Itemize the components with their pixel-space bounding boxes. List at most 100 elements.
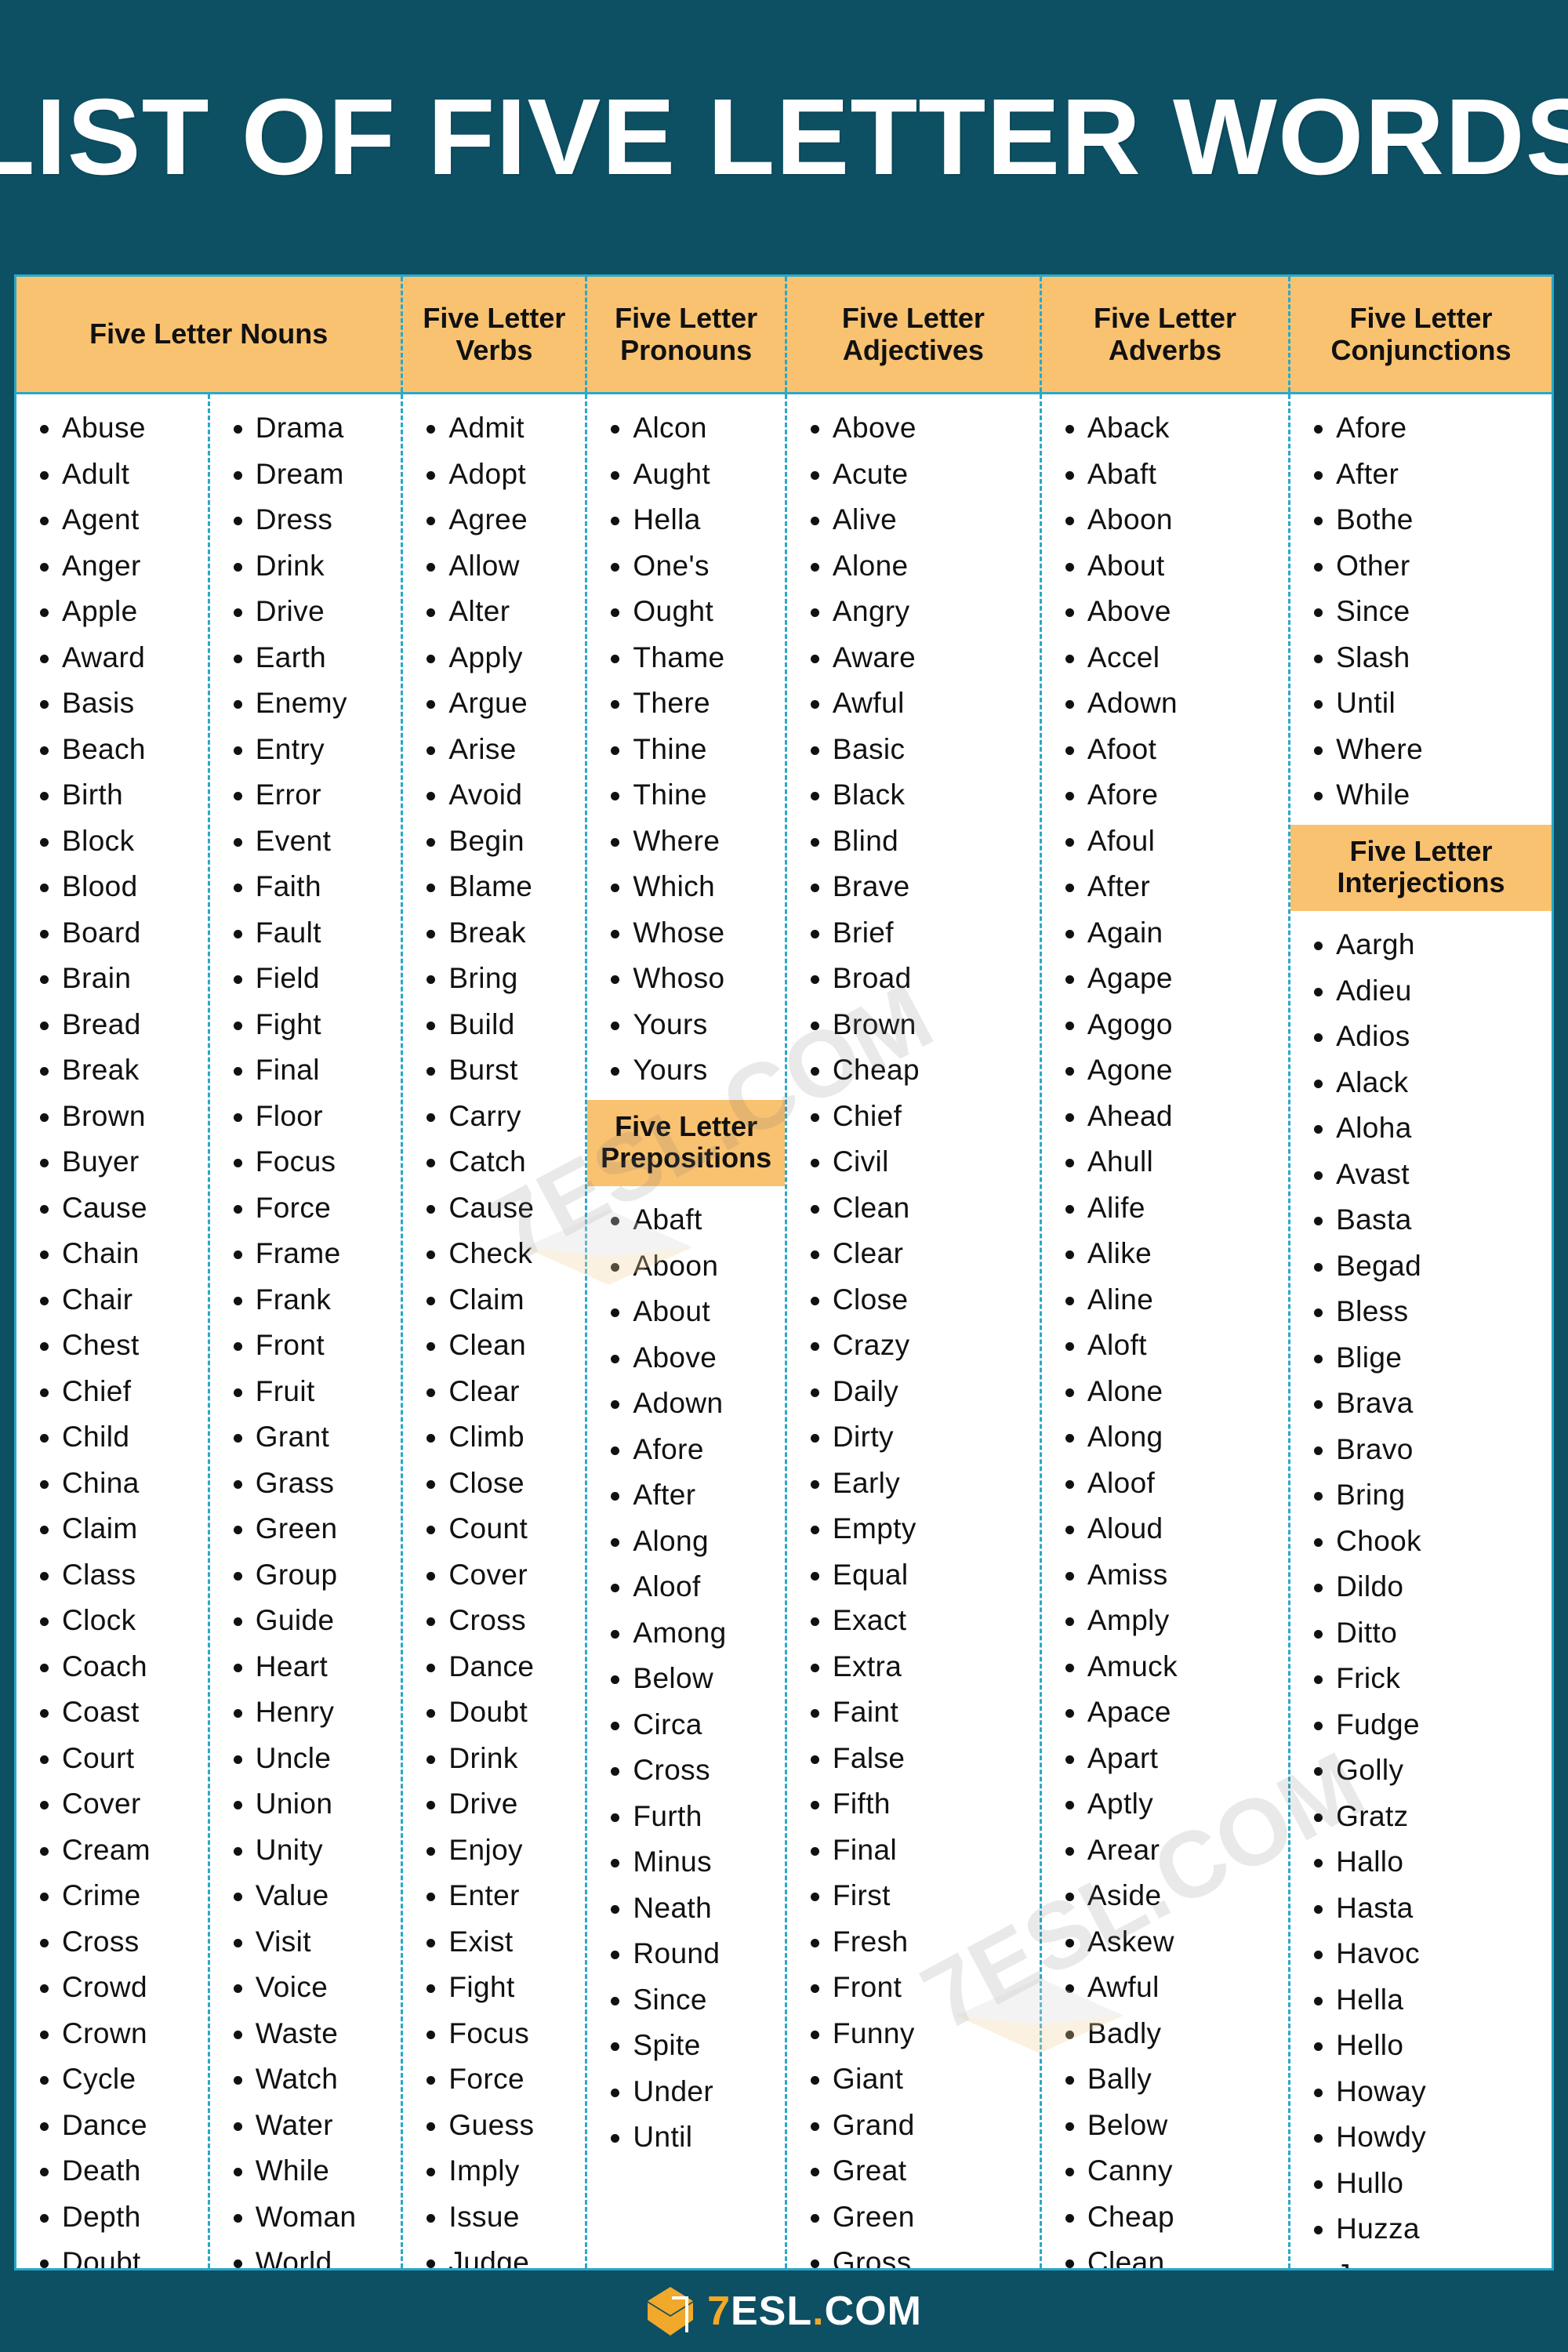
word-item: Ahull [1042,1139,1288,1185]
word-item: Begad [1290,1243,1552,1290]
word-item: Fight [403,1965,585,2011]
word-item: Grant [210,1414,401,1461]
word-item: Claim [16,1506,208,1552]
word-item: Below [1042,2103,1288,2149]
word-item: Afoot [1042,727,1288,773]
word-item: Agogo [1042,1002,1288,1048]
word-item: Build [403,1002,585,1048]
word-item: Adopt [403,452,585,498]
section-header-interjections: Five Letter Interjections [1290,824,1552,912]
word-item: Frank [210,1277,401,1323]
word-item: Judge [403,2240,585,2268]
word-item: Bally [1042,2056,1288,2103]
word-item: Yours [587,1002,785,1048]
list-prepositions: Abaft Aboon About Above Adown Afore After Along… [587,1186,785,2161]
column-nouns: Abuse Adult Agent Anger Apple Award Basis Beach… [16,394,404,2268]
word-item: Cheap [787,1047,1040,1094]
word-item: Begin [403,818,585,865]
word-item: Aloft [1042,1323,1288,1369]
infographic-poster: LIST OF FIVE LETTER WORDS Five Letter No… [0,0,1568,2352]
word-item: Henry [210,1690,401,1736]
word-item: Guide [210,1598,401,1644]
word-item: Enemy [210,681,401,727]
word-item: Yours [587,1047,785,1094]
word-item: Exact [787,1598,1040,1644]
word-item: Green [787,2194,1040,2241]
section-header-prepositions-line1: Five Letter [615,1109,758,1142]
word-item: Chest [16,1323,208,1369]
word-item: Angry [787,589,1040,635]
list-adjectives: Above Acute Alive Alone Angry Aware Awful Basic… [787,394,1040,2268]
word-item: Buyer [16,1139,208,1185]
word-item: Drink [403,1736,585,1782]
word-item: Amuck [1042,1644,1288,1690]
word-item: Acute [787,452,1040,498]
section-header-prepositions: Five Letter Prepositions [587,1099,785,1187]
word-item: Focus [210,1139,401,1185]
word-item: Gross [787,2240,1040,2268]
word-item: Above [1042,589,1288,635]
word-item: Value [210,1873,401,1919]
column-header-pronouns-line1: Five Letter [615,302,758,335]
word-item: Since [1290,589,1552,635]
word-item: Drama [210,405,401,452]
word-item: Amply [1042,1598,1288,1644]
word-item: Along [587,1519,785,1565]
word-item: Field [210,956,401,1002]
word-item: Water [210,2103,401,2149]
word-item: False [787,1736,1040,1782]
column-nouns-part2: Drama Dream Dress Drink Drive Earth Enemy Entry… [210,394,401,2268]
word-item: Fault [210,910,401,956]
word-item: Above [587,1335,785,1381]
word-item: Agape [1042,956,1288,1002]
word-item: Break [16,1047,208,1094]
word-item: Broad [787,956,1040,1002]
column-header-adjectives-line2: Adjectives [842,333,984,366]
word-item: Jesus [1290,2252,1552,2268]
word-item: Until [587,2114,785,2161]
word-item: Accel [1042,635,1288,681]
word-item: Grass [210,1461,401,1507]
word-item: Clear [403,1369,585,1415]
word-item: Neath [587,1886,785,1932]
word-item: Catch [403,1139,585,1185]
word-item: Bring [1290,1472,1552,1519]
word-item: Cause [16,1185,208,1232]
word-item: Thine [587,727,785,773]
word-item: Slash [1290,635,1552,681]
word-item: Error [210,772,401,818]
column-header-verbs-line2: Verbs [456,333,533,366]
title-bar: LIST OF FIVE LETTER WORDS [0,0,1568,274]
word-item: Afore [1290,405,1552,452]
word-item: Aught [587,452,785,498]
word-item: Alife [1042,1185,1288,1232]
word-item: Under [587,2069,785,2115]
word-item: Waste [210,2011,401,2057]
word-item: Bravo [1290,1427,1552,1473]
word-item: Fresh [787,1919,1040,1965]
word-item: Doubt [16,2240,208,2268]
page-title: LIST OF FIVE LETTER WORDS [0,76,1568,198]
word-item: Brain [16,956,208,1002]
list-pronouns: Alcon Aught Hella One's Ought Thame There Thine… [587,394,785,1094]
word-item: Huzza [1290,2206,1552,2252]
word-item: About [587,1289,785,1335]
word-item: Furth [587,1794,785,1840]
word-item: Cycle [16,2056,208,2103]
word-item: Final [210,1047,401,1094]
word-item: Beach [16,727,208,773]
word-item: Block [16,818,208,865]
word-item: Grand [787,2103,1040,2149]
list-verbs: Admit Adopt Agree Allow Alter Apply Argue Arise… [403,394,585,2268]
word-item: Aloof [1042,1461,1288,1507]
section-header-prepositions-line2: Prepositions [601,1141,772,1174]
word-item: Frame [210,1231,401,1277]
word-item: Final [787,1828,1040,1874]
word-item: Unity [210,1828,401,1874]
word-item: Admit [403,405,585,452]
word-item: Spite [587,2023,785,2069]
word-item: Alack [1290,1060,1552,1106]
word-item: Force [403,2056,585,2103]
word-item: Dildo [1290,1564,1552,1610]
word-item: Cream [16,1828,208,1874]
